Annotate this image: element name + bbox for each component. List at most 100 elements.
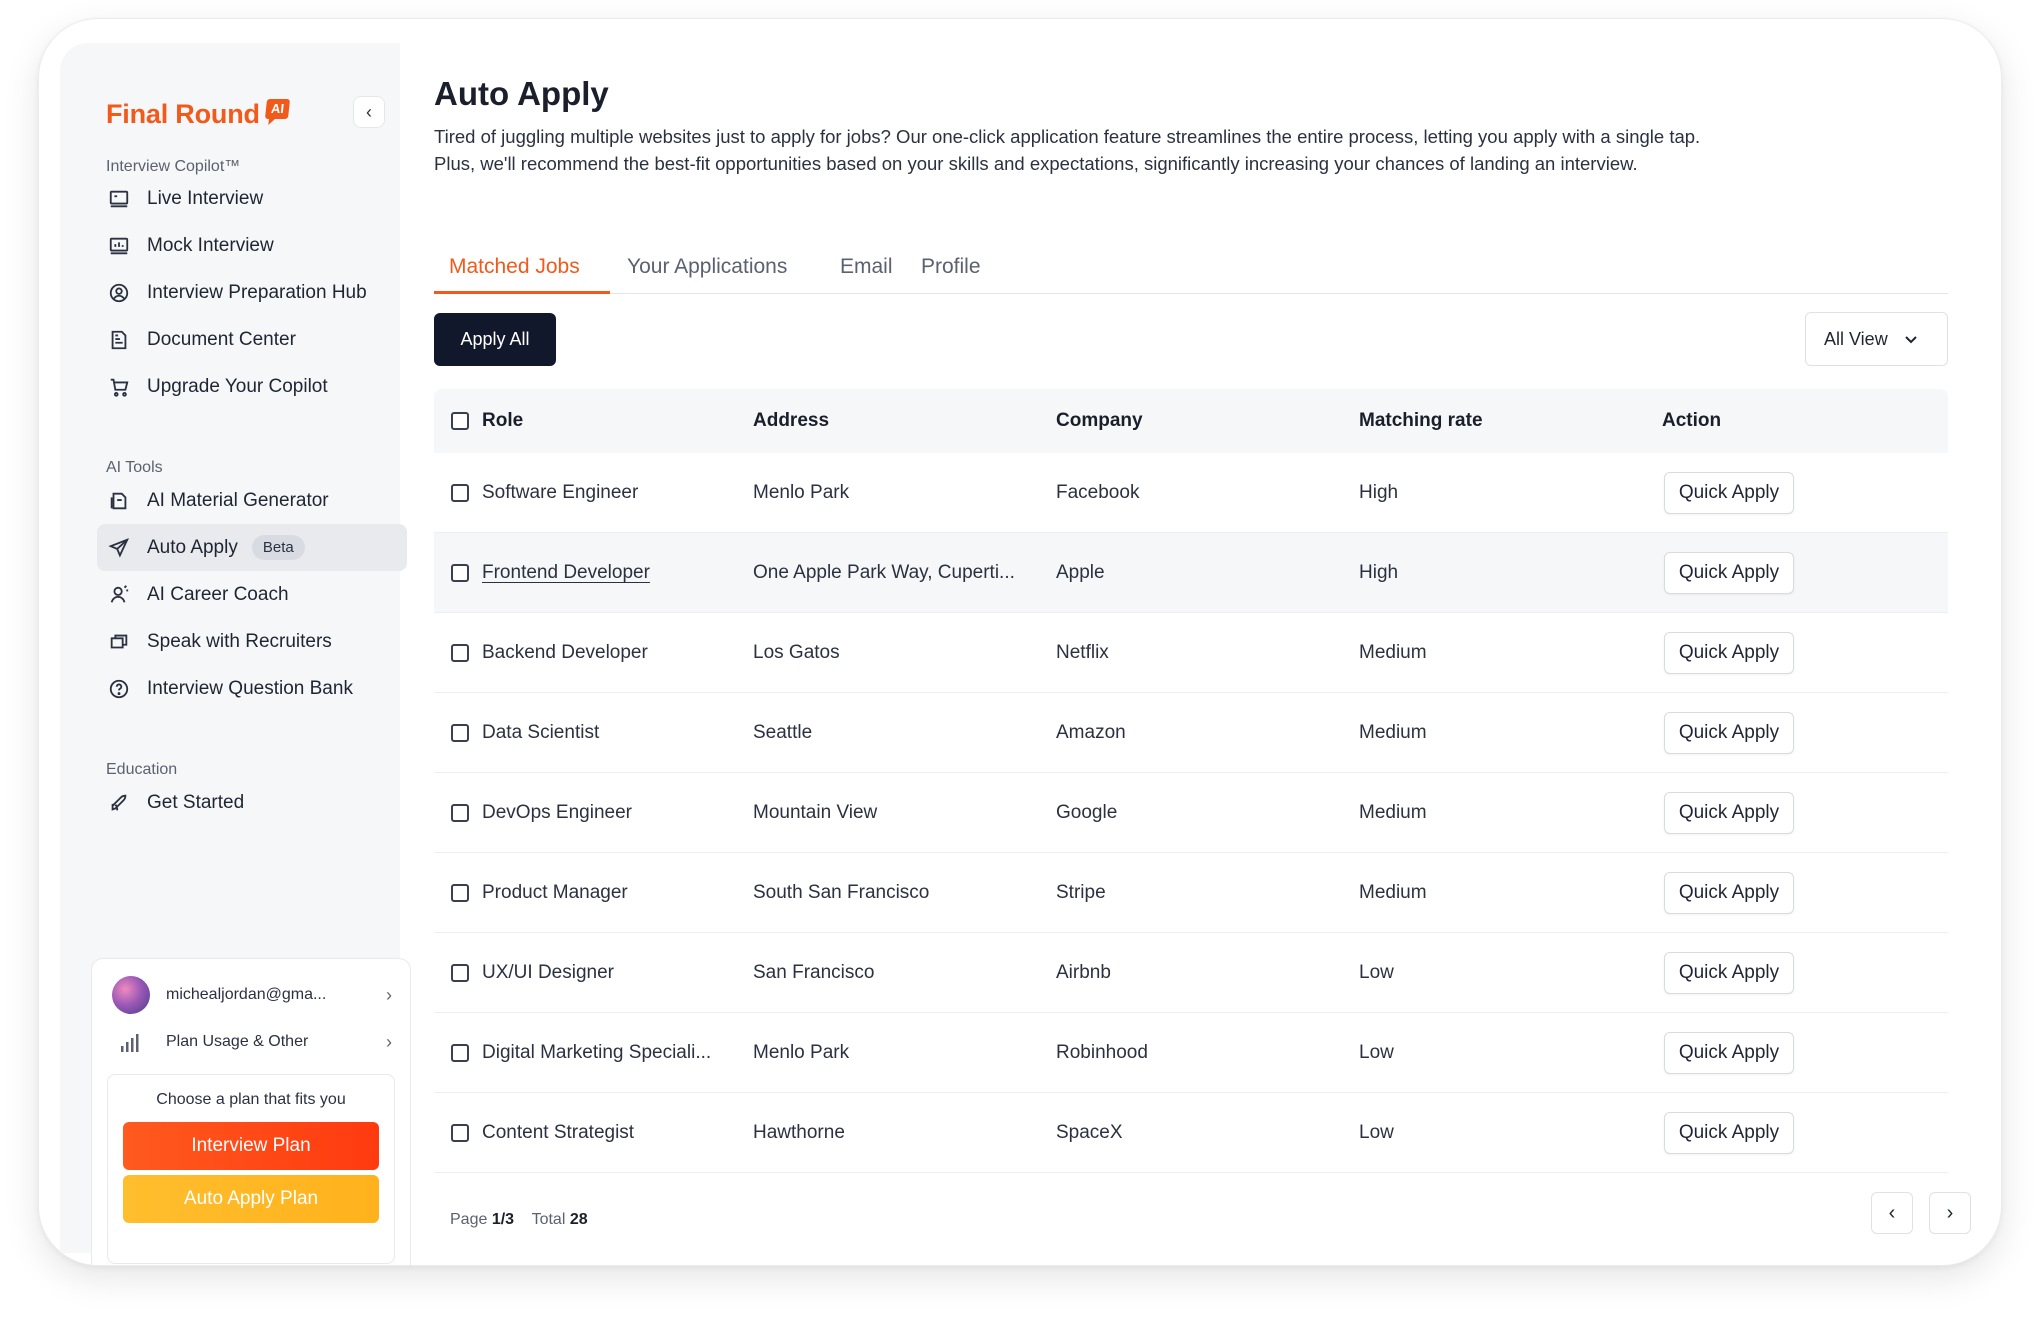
sidebar-item-label: Document Center	[147, 328, 296, 350]
avatar	[112, 976, 150, 1014]
row-checkbox[interactable]	[451, 563, 469, 582]
table-row[interactable]: Software Engineer Menlo Park Facebook High Q…	[434, 453, 1948, 533]
page-title: Auto Apply	[434, 75, 609, 112]
section-label-education: Education	[106, 761, 178, 778]
sidebar-item-ai-material-generator[interactable]: AI Material Generator	[97, 477, 407, 524]
row-checkbox[interactable]	[451, 723, 469, 742]
quick-apply-button[interactable]: Quick Apply	[1664, 951, 1794, 994]
quick-apply-button[interactable]: Quick Apply	[1664, 1031, 1794, 1074]
sidebar-item-speak-with-recruiters[interactable]: Speak with Recruiters	[97, 618, 407, 665]
plan-usage-menu[interactable]: Plan Usage & Other ›	[112, 1024, 392, 1060]
cell-matching-rate: Medium	[1359, 721, 1427, 743]
sidebar-item-label: Mock Interview	[147, 234, 274, 256]
cell-address: Los Gatos	[753, 641, 840, 663]
cell-matching-rate: Low	[1359, 1121, 1394, 1143]
column-header-matching-rate: Matching rate	[1359, 410, 1483, 431]
coach-icon	[107, 583, 131, 607]
quick-apply-button[interactable]: Quick Apply	[1664, 631, 1794, 674]
brand-logo[interactable]: Final Round AI	[106, 98, 290, 130]
app-window: Final Round AI ‹ Interview Copilot™ Live…	[38, 18, 2002, 1266]
previous-page-button[interactable]: ‹	[1871, 1192, 1913, 1234]
sidebar-item-upgrade-your-copilot[interactable]: Upgrade Your Copilot	[97, 363, 407, 410]
cell-matching-rate: Medium	[1359, 881, 1427, 903]
table-row[interactable]: Frontend Developer One Apple Park Way, Cu…	[434, 533, 1948, 613]
signal-bars-icon	[112, 1032, 150, 1052]
sidebar-item-mock-interview[interactable]: Mock Interview	[97, 222, 407, 269]
interview-plan-button[interactable]: Interview Plan	[123, 1122, 379, 1170]
table-row[interactable]: Product Manager South San Francisco Stripe…	[434, 853, 1948, 933]
quick-apply-button[interactable]: Quick Apply	[1664, 711, 1794, 754]
row-checkbox[interactable]	[451, 1043, 469, 1062]
cell-role: Backend Developer	[482, 641, 648, 663]
cell-role: Content Strategist	[482, 1121, 635, 1143]
sidebar-item-live-interview[interactable]: Live Interview	[97, 175, 407, 222]
tab-matched-jobs[interactable]: Matched Jobs	[434, 237, 610, 294]
sidebar-item-ai-career-coach[interactable]: AI Career Coach	[97, 571, 407, 618]
cell-company: Robinhood	[1056, 1041, 1148, 1063]
table-row[interactable]: Content Strategist Hawthorne SpaceX Low Quic…	[434, 1093, 1948, 1173]
auto-apply-plan-button[interactable]: Auto Apply Plan	[123, 1175, 379, 1223]
tab-bar: Matched Jobs Your Applications Email Pro…	[434, 237, 1948, 294]
beta-badge: Beta	[251, 535, 305, 560]
sidebar-item-label: Live Interview	[147, 187, 264, 209]
cell-role[interactable]: Frontend Developer	[482, 562, 650, 584]
row-checkbox[interactable]	[451, 963, 469, 982]
table-row[interactable]: Digital Marketing Speciali... Menlo Park R…	[434, 1013, 1948, 1093]
account-menu[interactable]: michealjordan@gma... ›	[112, 976, 392, 1014]
jobs-table: Role Address Company Matching rate Actio…	[434, 389, 1948, 1173]
sidebar-item-auto-apply[interactable]: Auto Apply Beta	[97, 524, 407, 571]
cell-address: Mountain View	[753, 801, 878, 823]
cell-matching-rate: High	[1359, 561, 1399, 583]
row-checkbox[interactable]	[451, 643, 469, 662]
quick-apply-button[interactable]: Quick Apply	[1664, 791, 1794, 834]
cell-company: Stripe	[1056, 881, 1106, 903]
page-description: Tired of juggling multiple websites just…	[434, 126, 1701, 174]
cell-company: Apple	[1056, 561, 1105, 583]
sidebar-item-interview-preparation-hub[interactable]: Interview Preparation Hub	[97, 269, 407, 316]
column-header-role: Role	[482, 410, 524, 431]
tab-profile[interactable]: Profile	[921, 237, 981, 294]
sidebar-item-get-started[interactable]: Get Started	[97, 779, 407, 826]
table-row[interactable]: Backend Developer Los Gatos Netflix Medium Q…	[434, 613, 1948, 693]
chevron-right-icon: ›	[386, 1031, 392, 1052]
sidebar-item-interview-question-bank[interactable]: Interview Question Bank	[97, 665, 407, 712]
column-header-company: Company	[1056, 410, 1143, 431]
collapse-sidebar-button[interactable]: ‹	[353, 96, 385, 128]
section-label-ai-tools: AI Tools	[106, 459, 163, 476]
view-select[interactable]: All View	[1805, 312, 1948, 366]
total-value: 28	[569, 1211, 588, 1228]
select-all-checkbox[interactable]	[451, 412, 469, 430]
cell-company: Amazon	[1056, 721, 1126, 743]
table-row[interactable]: UX/UI Designer San Francisco Airbnb Low Quic…	[434, 933, 1948, 1013]
sidebar-item-label: AI Career Coach	[147, 583, 289, 605]
sidebar-item-label: Upgrade Your Copilot	[147, 375, 328, 397]
main-content: Auto Apply Tired of juggling multiple we…	[434, 19, 2001, 1265]
chat-icon	[107, 630, 131, 654]
table-row[interactable]: DevOps Engineer Mountain View Google Medium…	[434, 773, 1948, 853]
row-checkbox[interactable]	[451, 1123, 469, 1142]
column-header-action: Action	[1662, 410, 1722, 431]
column-header-address: Address	[753, 410, 830, 431]
sidebar-item-label: Speak with Recruiters	[147, 630, 332, 652]
row-checkbox[interactable]	[451, 803, 469, 822]
row-checkbox[interactable]	[451, 883, 469, 902]
cell-role: Product Manager	[482, 881, 628, 903]
tab-email[interactable]: Email	[840, 237, 893, 294]
cell-role: DevOps Engineer	[482, 801, 632, 823]
quick-apply-button[interactable]: Quick Apply	[1664, 471, 1794, 514]
plan-usage-label: Plan Usage & Other	[166, 1033, 309, 1050]
sidebar-item-document-center[interactable]: Document Center	[97, 316, 407, 363]
row-checkbox[interactable]	[451, 483, 469, 502]
apply-all-button[interactable]: Apply All	[434, 313, 556, 366]
quick-apply-button[interactable]: Quick Apply	[1664, 871, 1794, 914]
user-circle-icon	[107, 281, 131, 305]
cell-role: UX/UI Designer	[482, 961, 614, 983]
cell-address: Menlo Park	[753, 1041, 850, 1063]
cell-matching-rate: Medium	[1359, 801, 1427, 823]
table-row[interactable]: Data Scientist Seattle Amazon Medium Quick A…	[434, 693, 1948, 773]
tab-your-applications[interactable]: Your Applications	[627, 237, 787, 294]
next-page-button[interactable]: ›	[1929, 1192, 1971, 1234]
page-value: 1/3	[491, 1211, 515, 1228]
quick-apply-button[interactable]: Quick Apply	[1664, 1111, 1794, 1154]
quick-apply-button[interactable]: Quick Apply	[1664, 551, 1794, 594]
